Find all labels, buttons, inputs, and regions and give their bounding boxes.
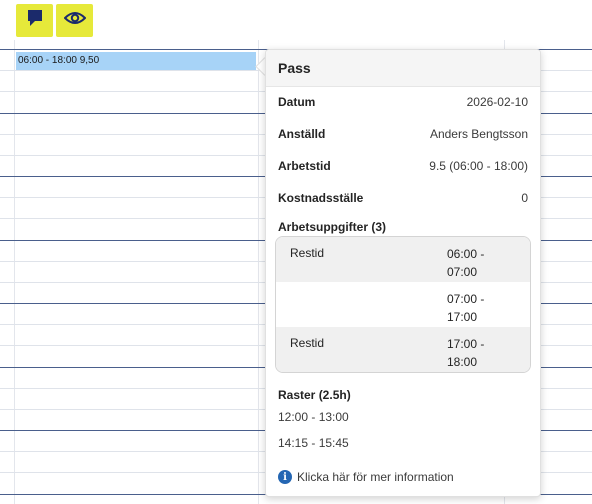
field-value: Anders Bengtsson xyxy=(429,127,528,141)
task-start: 06:00 - xyxy=(447,247,485,261)
field-employee: Anställd Anders Bengtsson xyxy=(278,124,528,144)
eye-icon xyxy=(63,10,86,31)
field-value: 9.5 (06:00 - 18:00) xyxy=(429,159,528,173)
breaks-title: Raster (2.5h) xyxy=(278,388,351,402)
task-time: 17:00 - 18:00 xyxy=(447,335,484,371)
task-name: Restid xyxy=(290,246,325,260)
task-row: Restid 17:00 - 18:00 xyxy=(276,327,530,372)
task-end: 07:00 xyxy=(447,265,478,279)
field-date: Datum 2026-02-10 xyxy=(278,92,528,112)
task-time: 07:00 - 17:00 xyxy=(447,290,484,326)
field-work-time: Arbetstid 9.5 (06:00 - 18:00) xyxy=(278,156,528,176)
grid-column-line xyxy=(258,40,259,504)
more-info-label: Klicka här för mer information xyxy=(297,470,454,484)
field-value: 0 xyxy=(521,191,528,205)
more-info-link[interactable]: i Klicka här för mer information xyxy=(278,470,454,484)
task-end: 17:00 xyxy=(447,310,478,324)
task-start: 17:00 - xyxy=(447,337,485,351)
field-label: Arbetstid xyxy=(278,159,331,173)
shift-details-popup: Pass Datum 2026-02-10 Anställd Anders Be… xyxy=(265,49,541,497)
task-end: 18:00 xyxy=(447,355,478,369)
break-item: 14:15 - 15:45 xyxy=(278,436,349,450)
field-label: Datum xyxy=(278,95,316,109)
task-name: Restid xyxy=(290,336,325,350)
tasks-list: Restid 06:00 - 07:00 07:00 - 17:00 Resti… xyxy=(275,236,531,373)
info-icon: i xyxy=(278,470,292,484)
comment-icon xyxy=(26,9,44,32)
break-item: 12:00 - 13:00 xyxy=(278,410,349,424)
task-row: 07:00 - 17:00 xyxy=(276,282,530,327)
task-time: 06:00 - 07:00 xyxy=(447,245,484,281)
shift-bar[interactable]: 06:00 - 18:00 9,50 xyxy=(16,52,256,70)
field-cost-center: Kostnadsställe 0 xyxy=(278,188,528,208)
comment-button[interactable] xyxy=(16,4,53,37)
grid-column-line xyxy=(14,40,15,504)
task-start: 07:00 - xyxy=(447,292,485,306)
view-button[interactable] xyxy=(56,4,93,37)
field-label: Anställd xyxy=(278,127,326,141)
field-value: 2026-02-10 xyxy=(466,95,528,109)
field-label: Kostnadsställe xyxy=(278,191,364,205)
tasks-title: Arbetsuppgifter (3) xyxy=(278,220,386,234)
task-row: Restid 06:00 - 07:00 xyxy=(276,237,530,282)
popup-title: Pass xyxy=(266,50,540,87)
